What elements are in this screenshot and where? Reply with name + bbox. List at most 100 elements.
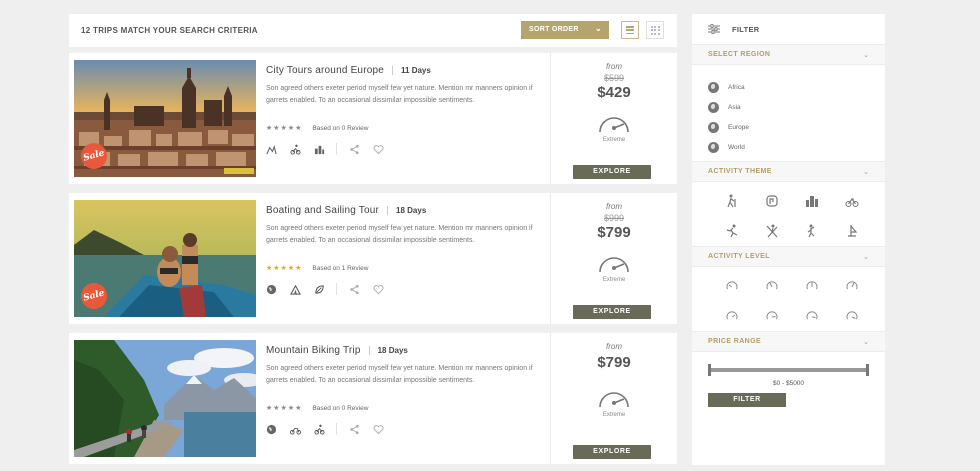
old-price: $599 xyxy=(603,73,625,83)
section-label: ACTIVITY LEVEL xyxy=(708,253,770,260)
activity-level-toggle[interactable]: ACTIVITY LEVEL ⌄ xyxy=(692,246,885,267)
level-gauge-icon[interactable] xyxy=(806,309,818,321)
list-view-button[interactable] xyxy=(621,21,639,39)
running-icon[interactable] xyxy=(725,224,739,238)
from-label: from xyxy=(606,342,622,351)
speedometer-icon xyxy=(599,257,629,273)
region-list: Africa Asia Europe World xyxy=(692,65,885,161)
level-gauge-icon[interactable] xyxy=(846,309,858,321)
chevron-down-icon: ⌄ xyxy=(863,168,869,176)
trip-title[interactable]: Mountain Biking Trip xyxy=(266,345,361,356)
chevron-down-icon: ⌄ xyxy=(863,253,869,261)
sort-order-dropdown[interactable]: SORT ORDER ⌄ xyxy=(521,21,609,39)
trip-photo-biking[interactable] xyxy=(74,340,256,457)
activity-level: Extreme xyxy=(602,277,626,283)
motorbike-icon xyxy=(290,427,301,435)
globe-icon xyxy=(708,121,719,133)
level-gauge-icon[interactable] xyxy=(766,309,778,321)
trip-description: Son agreed others exeter period myself f… xyxy=(266,225,533,244)
divider xyxy=(387,205,389,215)
explore-button[interactable]: EXPLORE xyxy=(573,305,651,319)
filter-sidebar: FILTER SELECT REGION ⌄ Africa Asia Europ… xyxy=(692,14,885,465)
range-max-handle[interactable] xyxy=(866,364,869,376)
rating-stars: ★★★★★ xyxy=(266,265,303,272)
results-toolbar: 12 TRIPS MATCH YOUR SEARCH CRITERIA SORT… xyxy=(69,14,677,47)
speedometer-icon xyxy=(599,117,629,133)
trip-title[interactable]: City Tours around Europe xyxy=(266,65,384,76)
trip-duration: 18 Days xyxy=(396,205,427,215)
share-icon[interactable] xyxy=(349,424,360,435)
share-icon[interactable] xyxy=(349,284,360,295)
range-min-handle[interactable] xyxy=(708,364,711,376)
speedometer-icon xyxy=(599,392,629,408)
activity-level-grid xyxy=(692,267,885,331)
hiking-icon[interactable] xyxy=(725,194,739,208)
grid-view-button[interactable] xyxy=(646,21,664,39)
share-icon[interactable] xyxy=(349,144,360,155)
activity-theme-toggle[interactable]: ACTIVITY THEME ⌄ xyxy=(692,161,885,182)
level-gauge-icon[interactable] xyxy=(726,309,738,321)
grid-view-icon xyxy=(650,25,660,35)
trip-duration: 11 Days xyxy=(401,65,431,75)
level-gauge-icon[interactable] xyxy=(806,279,818,291)
region-option-asia[interactable]: Asia xyxy=(708,97,869,117)
price-range-filter: $0 - $5000 FILTER xyxy=(692,352,885,407)
trip-info: City Tours around Europe 11 Days Son agr… xyxy=(266,60,544,155)
filter-header: FILTER xyxy=(692,14,885,44)
trip-title[interactable]: Boating and Sailing Tour xyxy=(266,205,379,216)
level-gauge-icon[interactable] xyxy=(726,279,738,291)
apply-filter-button[interactable]: FILTER xyxy=(708,393,786,407)
hiking-icon xyxy=(266,144,277,154)
heart-icon[interactable] xyxy=(373,284,384,295)
results-count: 12 TRIPS MATCH YOUR SEARCH CRITERIA xyxy=(81,26,258,35)
region-option-africa[interactable]: Africa xyxy=(708,77,869,97)
city-icon[interactable] xyxy=(805,194,819,208)
level-gauge-icon[interactable] xyxy=(766,279,778,291)
sort-order-label: SORT ORDER xyxy=(529,26,579,33)
rating-stars: ★★★★★ xyxy=(266,405,303,412)
region-option-europe[interactable]: Europe xyxy=(708,117,869,137)
cycling-icon xyxy=(314,424,325,435)
sliders-icon xyxy=(708,24,720,34)
chevron-down-icon: ⌄ xyxy=(863,338,869,346)
heart-icon[interactable] xyxy=(373,424,384,435)
explore-button[interactable]: EXPLORE xyxy=(573,165,651,179)
divider xyxy=(392,65,394,75)
trip-card: Sale City Tours around Europe 11 Days So… xyxy=(69,53,677,184)
climbing-icon[interactable] xyxy=(805,224,819,238)
from-label: from xyxy=(606,62,622,71)
trip-photo-city[interactable]: Sale xyxy=(74,60,256,177)
price-range-toggle[interactable]: PRICE RANGE ⌄ xyxy=(692,331,885,352)
chevron-down-icon: ⌄ xyxy=(863,51,869,59)
sailing-icon[interactable] xyxy=(845,224,859,238)
region-option-world[interactable]: World xyxy=(708,137,869,157)
leaf-icon xyxy=(315,284,324,294)
activity-theme-grid xyxy=(692,182,885,246)
price: $799 xyxy=(597,354,631,371)
price-box: from $999 $799 Extreme EXPLORE xyxy=(550,193,677,324)
price-range-slider[interactable] xyxy=(708,364,869,376)
trip-info: Boating and Sailing Tour 18 Days Son agr… xyxy=(266,200,544,295)
from-label: from xyxy=(606,202,622,211)
skiing-icon[interactable] xyxy=(765,224,779,238)
trip-description: Son agreed others exeter period myself f… xyxy=(266,85,533,104)
heart-icon[interactable] xyxy=(373,144,384,155)
cycling-icon xyxy=(290,144,301,155)
trip-photo-boating[interactable]: Sale xyxy=(74,200,256,317)
cycling-icon[interactable] xyxy=(845,194,859,208)
globe-icon xyxy=(266,284,277,294)
level-gauge-icon[interactable] xyxy=(846,279,858,291)
trip-info: Mountain Biking Trip 18 Days Son agreed … xyxy=(266,340,544,435)
globe-icon xyxy=(266,424,277,434)
safari-icon[interactable] xyxy=(765,194,779,208)
review-count: Based on 0 Review xyxy=(312,124,369,132)
trip-duration: 18 Days xyxy=(377,345,408,355)
filter-title: FILTER xyxy=(732,24,760,34)
trip-card: Mountain Biking Trip 18 Days Son agreed … xyxy=(69,333,677,464)
explore-button[interactable]: EXPLORE xyxy=(573,445,651,459)
trip-card: Sale Boating and Sailing Tour 18 Days So… xyxy=(69,193,677,324)
camp-icon xyxy=(290,284,301,295)
activity-level: Extreme xyxy=(602,137,626,143)
select-region-toggle[interactable]: SELECT REGION ⌄ xyxy=(692,44,885,65)
globe-icon xyxy=(708,81,719,93)
